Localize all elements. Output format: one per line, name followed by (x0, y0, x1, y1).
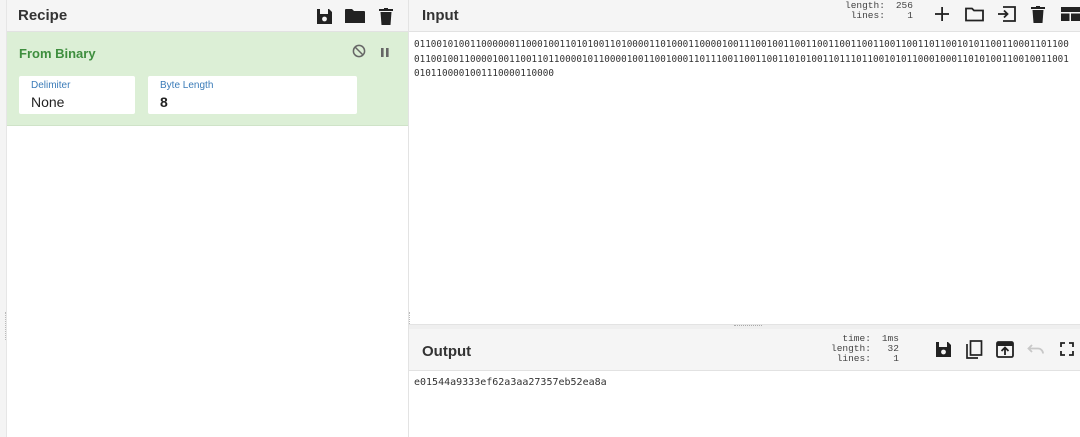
save-output-icon[interactable] (933, 340, 953, 358)
delimiter-value: None (31, 94, 65, 110)
open-file-import-icon[interactable] (996, 5, 1016, 23)
delimiter-dropdown[interactable]: Delimiter None (19, 76, 135, 114)
byte-length-label: Byte Length (160, 80, 214, 91)
fullscreen-icon[interactable] (1057, 340, 1077, 358)
output-lines-value: 1 (893, 353, 899, 364)
load-recipe-folder-icon[interactable] (345, 7, 365, 25)
pause-icon[interactable] (380, 45, 390, 63)
byte-length-value: 8 (160, 94, 168, 110)
input-lines-value: 1 (907, 10, 913, 21)
copy-output-icon[interactable] (964, 339, 984, 359)
operation-from-binary[interactable]: From Binary Delimiter None Byte Length 8 (7, 32, 408, 126)
operations-resize-handle[interactable] (5, 312, 8, 340)
operations-panel-edge (0, 0, 7, 437)
undo-icon[interactable] (1026, 340, 1046, 358)
byte-length-field[interactable]: Byte Length 8 (148, 76, 357, 114)
recipe-panel: Recipe From Binary Delimiter None Byte L… (0, 0, 409, 437)
output-stats: time: 1ms length: 32 lines: 1 (831, 334, 899, 364)
recipe-title: Recipe (18, 7, 68, 24)
recipe-header: Recipe (7, 0, 408, 32)
output-header: Output time: 1ms length: 32 lines: 1 (409, 329, 1080, 371)
input-lines-label: lines: (850, 10, 885, 21)
reset-layout-icon[interactable] (1060, 5, 1080, 23)
save-recipe-icon[interactable] (314, 7, 334, 25)
replace-input-icon[interactable] (995, 340, 1015, 358)
operation-title: From Binary (19, 46, 96, 61)
output-lines-label: lines: (836, 353, 871, 364)
io-panel: Input length: 256 lines: 1 011001010011000… (409, 0, 1080, 437)
input-stats: length: 256 lines: 1 (845, 1, 913, 21)
output-textarea[interactable]: e01544a9333ef62a3aa27357eb52ea8a (414, 377, 607, 388)
clear-input-trash-icon[interactable] (1028, 5, 1048, 23)
delimiter-label: Delimiter (31, 80, 71, 91)
open-folder-icon[interactable] (964, 5, 984, 23)
add-tab-icon[interactable] (932, 5, 952, 23)
input-textarea[interactable]: 0110010100110000001100010011010100110100… (414, 38, 1074, 82)
disable-icon[interactable] (352, 44, 366, 63)
output-title: Output (422, 343, 472, 360)
cyberchef-app: Recipe From Binary Delimiter None Byte L… (0, 0, 1080, 437)
clear-recipe-trash-icon[interactable] (376, 7, 396, 25)
input-title: Input (422, 7, 459, 24)
